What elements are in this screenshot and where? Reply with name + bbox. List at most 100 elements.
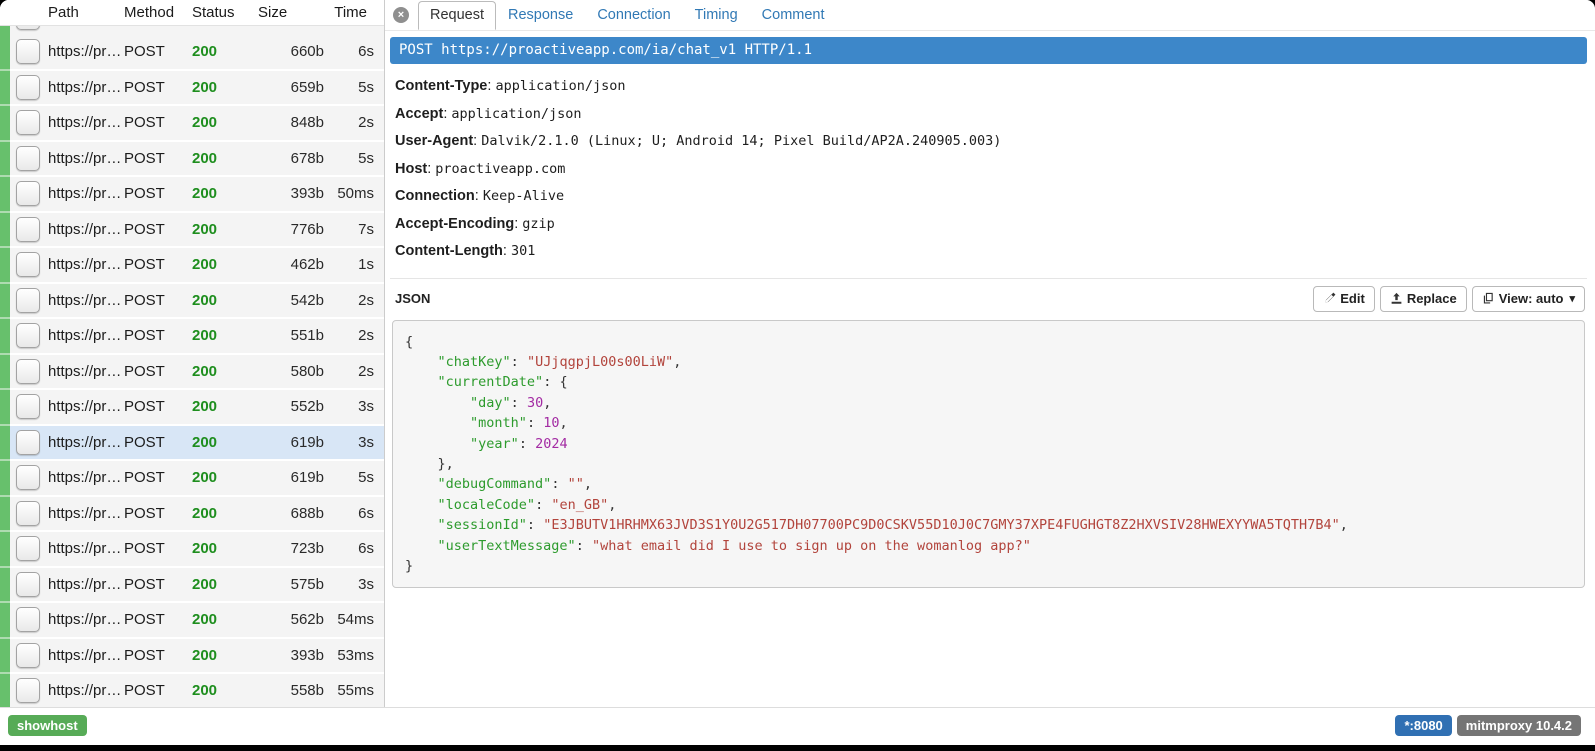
- row-icon-cell: [10, 146, 48, 171]
- flow-row[interactable]: https://pr…POST200558b55ms: [0, 674, 384, 707]
- flow-size: 776b: [258, 221, 324, 238]
- json-body-view[interactable]: { "chatKey": "UJjqgpjL00s00LiW", "curren…: [392, 320, 1585, 589]
- flow-row[interactable]: https://pr…POST200688b6s: [0, 497, 384, 531]
- flow-method: POST: [124, 79, 192, 96]
- edit-button[interactable]: Edit: [1313, 286, 1375, 312]
- flow-path: https://pr…: [48, 682, 124, 699]
- flow-file-icon: [16, 146, 40, 171]
- flow-size: 580b: [258, 363, 324, 380]
- column-header-path[interactable]: Path: [48, 4, 124, 21]
- copy-pages-icon: [1482, 292, 1495, 305]
- replace-button[interactable]: Replace: [1380, 286, 1467, 312]
- flow-size: 551b: [258, 327, 324, 344]
- marker-stripe: [0, 639, 10, 673]
- tab-request[interactable]: Request: [418, 1, 496, 30]
- flow-row[interactable]: https://pr…POST200678b5s: [0, 142, 384, 176]
- header-line[interactable]: User-Agent: Dalvik/2.1.0 (Linux; U; Andr…: [395, 128, 1587, 156]
- flow-time: 5s: [324, 150, 379, 167]
- mitmweb-window: Path Method Status Size Time https://pr……: [0, 0, 1595, 745]
- flow-row[interactable]: https://pr…POST200562b54ms: [0, 603, 384, 637]
- row-icon-cell: [10, 181, 48, 206]
- flow-size: 619b: [258, 469, 324, 486]
- flow-method: POST: [124, 292, 192, 309]
- close-icon[interactable]: ×: [393, 7, 409, 23]
- flow-row[interactable]: https://pr…POST200575b3s: [0, 568, 384, 602]
- flow-method: POST: [124, 256, 192, 273]
- flow-size: 575b: [258, 576, 324, 593]
- flow-row[interactable]: https://pr…POST200660b6s: [0, 35, 384, 69]
- header-line[interactable]: Connection: Keep-Alive: [395, 183, 1587, 211]
- partial-row-clip: https://pr…POST: [0, 26, 384, 35]
- column-header-time[interactable]: Time: [324, 4, 379, 21]
- tab-comment[interactable]: Comment: [750, 1, 837, 29]
- flow-method: POST: [124, 576, 192, 593]
- flow-method: POST: [124, 469, 192, 486]
- column-header-method[interactable]: Method: [124, 4, 192, 21]
- column-header-status[interactable]: Status: [192, 4, 258, 21]
- flow-time: 7s: [324, 221, 379, 238]
- flow-row[interactable]: https://pr…POST200393b50ms: [0, 177, 384, 211]
- flow-row[interactable]: https://pr…POST200848b2s: [0, 106, 384, 140]
- flow-time: 55ms: [324, 682, 379, 699]
- flow-row[interactable]: https://pr…POST: [0, 26, 384, 35]
- json-line: "userTextMessage": "what email did I use…: [405, 536, 1572, 556]
- flow-time: 6s: [324, 505, 379, 522]
- json-line: "currentDate": {: [405, 372, 1572, 392]
- flow-row[interactable]: https://pr…POST200462b1s: [0, 248, 384, 282]
- column-header-size[interactable]: Size: [258, 4, 324, 21]
- header-line[interactable]: Accept: application/json: [395, 101, 1587, 129]
- flow-file-icon: [16, 39, 40, 64]
- flow-status: 200: [192, 398, 258, 415]
- flow-time: 50ms: [324, 185, 379, 202]
- header-line[interactable]: Host: proactiveapp.com: [395, 156, 1587, 184]
- header-line[interactable]: Accept-Encoding: gzip: [395, 211, 1587, 239]
- flow-file-icon: [16, 110, 40, 135]
- json-line: },: [405, 454, 1572, 474]
- proxy-port-badge: *:8080: [1395, 715, 1451, 736]
- request-first-line[interactable]: POST https://proactiveapp.com/ia/chat_v1…: [390, 37, 1587, 64]
- header-value: application/json: [451, 106, 581, 122]
- tab-timing[interactable]: Timing: [683, 1, 750, 29]
- json-line: "localeCode": "en_GB",: [405, 495, 1572, 515]
- flow-row[interactable]: https://pr…POST200723b6s: [0, 532, 384, 566]
- marker-stripe: [0, 603, 10, 637]
- flow-status: 200: [192, 363, 258, 380]
- marker-stripe: [0, 461, 10, 495]
- flow-method: POST: [124, 682, 192, 699]
- row-icon-cell: [10, 39, 48, 64]
- flow-file-icon: [16, 643, 40, 668]
- flow-time: 53ms: [324, 647, 379, 664]
- flow-row[interactable]: https://pr…POST200393b53ms: [0, 639, 384, 673]
- flow-row[interactable]: https://pr…POST200619b3s: [0, 426, 384, 460]
- tab-connection[interactable]: Connection: [585, 1, 682, 29]
- header-line[interactable]: Content-Length: 301: [395, 238, 1587, 266]
- flow-status: 200: [192, 576, 258, 593]
- row-icon-cell: [10, 75, 48, 100]
- row-icon-cell: [10, 394, 48, 419]
- flow-size: 393b: [258, 647, 324, 664]
- marker-stripe: [0, 355, 10, 389]
- flow-row[interactable]: https://pr…POST200552b3s: [0, 390, 384, 424]
- request-headers: Content-Type: application/jsonAccept: ap…: [390, 64, 1587, 268]
- marker-stripe: [0, 284, 10, 318]
- flow-file-icon: [16, 26, 40, 30]
- row-icon-cell: [10, 643, 48, 668]
- flow-file-icon: [16, 430, 40, 455]
- flow-file-icon: [16, 607, 40, 632]
- view-mode-button[interactable]: View: auto ▾: [1472, 286, 1585, 312]
- header-line[interactable]: Content-Type: application/json: [395, 73, 1587, 101]
- flow-row[interactable]: https://pr…POST200542b2s: [0, 284, 384, 318]
- flow-row[interactable]: https://pr…POST200659b5s: [0, 71, 384, 105]
- flow-time: 2s: [324, 327, 379, 344]
- flow-row[interactable]: https://pr…POST200551b2s: [0, 319, 384, 353]
- row-icon-cell: [10, 323, 48, 348]
- header-separator: :: [475, 188, 483, 204]
- flow-row[interactable]: https://pr…POST200776b7s: [0, 213, 384, 247]
- flow-row[interactable]: https://pr…POST200580b2s: [0, 355, 384, 389]
- upload-icon: [1390, 292, 1403, 305]
- row-icon-cell: [10, 430, 48, 455]
- tab-response[interactable]: Response: [496, 1, 585, 29]
- header-value: Keep-Alive: [483, 188, 564, 204]
- row-icon-cell: [10, 607, 48, 632]
- flow-row[interactable]: https://pr…POST200619b5s: [0, 461, 384, 495]
